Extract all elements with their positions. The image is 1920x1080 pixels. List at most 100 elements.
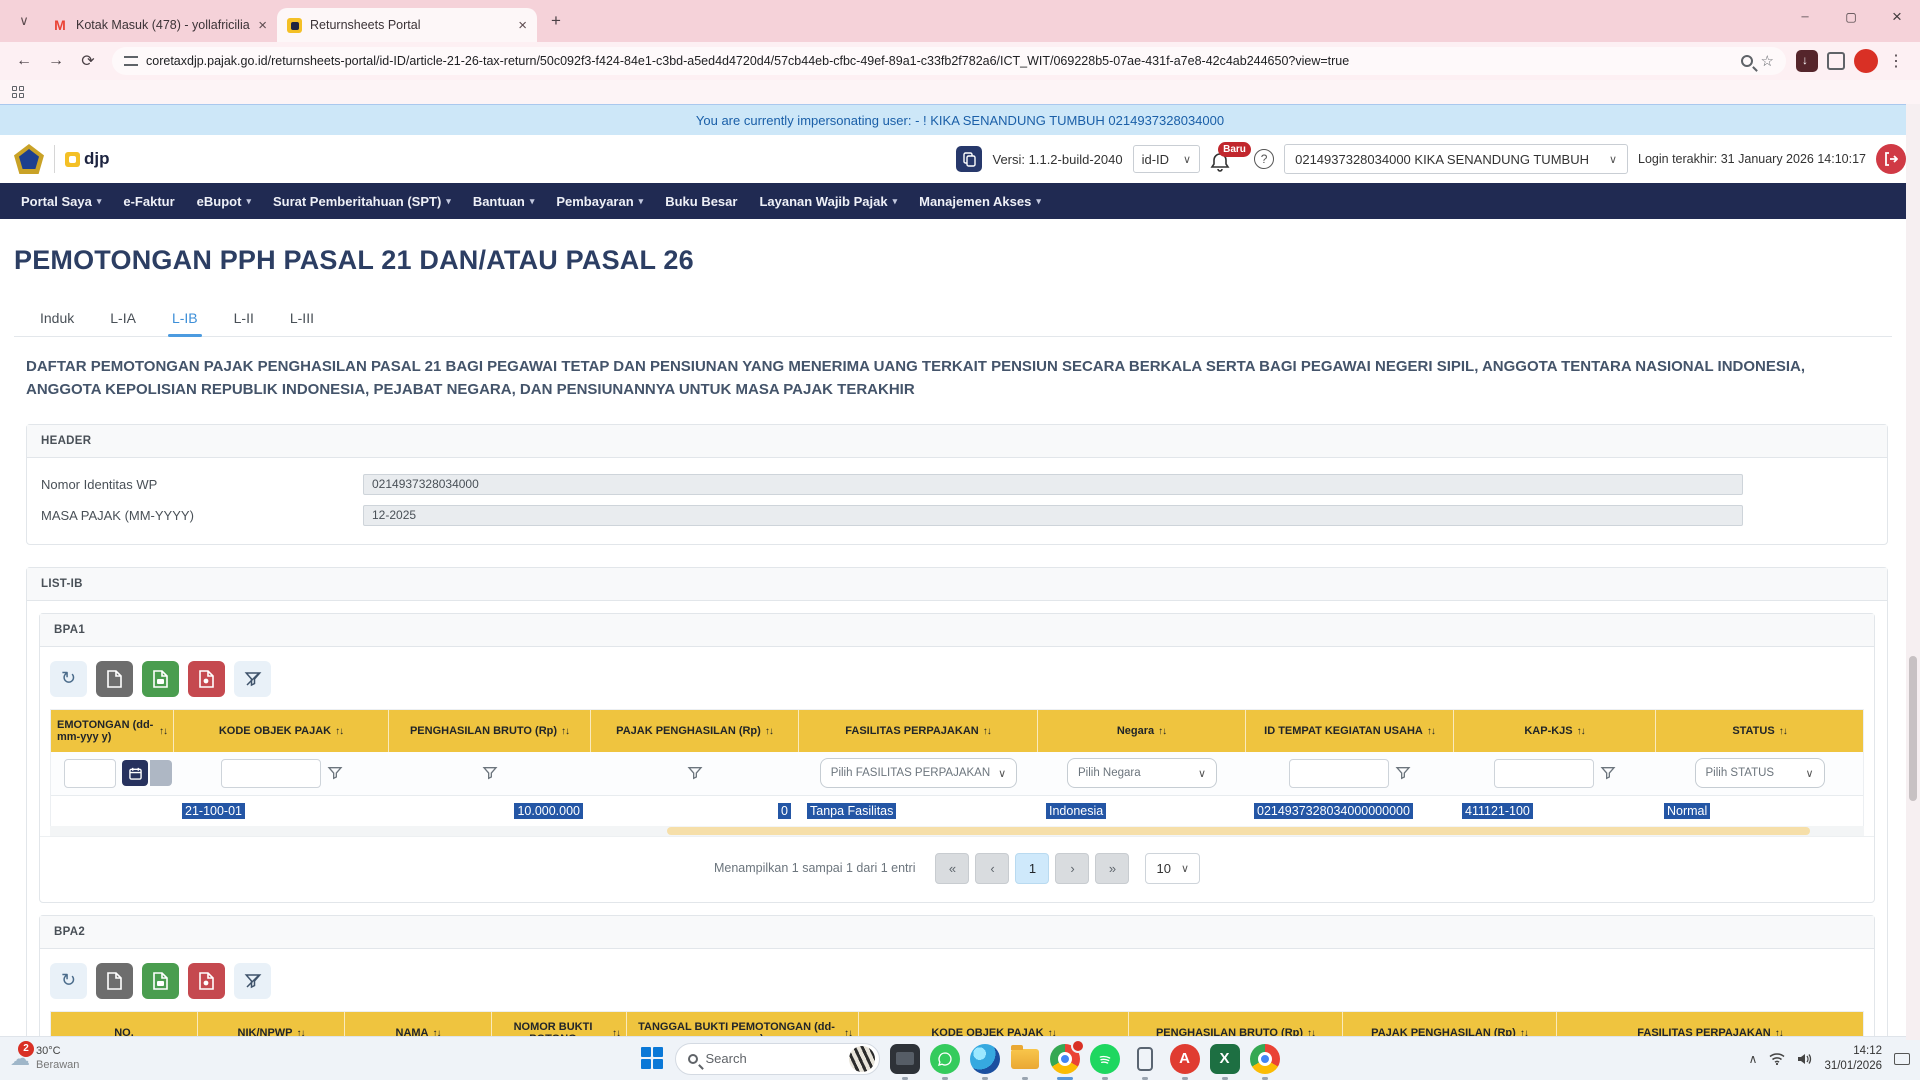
status-filter-select[interactable]: Pilih STATUS — [1695, 758, 1825, 788]
clear-filter-button[interactable] — [234, 963, 271, 999]
start-button[interactable] — [641, 1047, 665, 1071]
tab-induk[interactable]: Induk — [26, 302, 88, 336]
red-app-icon[interactable] — [1170, 1044, 1200, 1074]
whatsapp-icon[interactable] — [930, 1044, 960, 1074]
help-icon[interactable]: ? — [1254, 149, 1274, 169]
col-fasilitas-perpajakan[interactable]: FASILITAS PERPAJAKAN — [799, 710, 1038, 752]
taskbar-app-icon[interactable] — [890, 1044, 920, 1074]
url-text[interactable]: coretaxdjp.pajak.go.id/returnsheets-port… — [146, 54, 1733, 68]
sort-icon[interactable] — [765, 725, 773, 737]
user-select[interactable]: 0214937328034000 KIKA SENANDUNG TUMBUH — [1284, 144, 1628, 174]
language-select[interactable]: id-ID — [1133, 145, 1201, 173]
maximize-button[interactable] — [1828, 0, 1874, 34]
browser-tab-gmail[interactable]: M Kotak Masuk (478) - yollafricilia — [42, 8, 277, 42]
profile-avatar[interactable] — [1854, 49, 1878, 73]
logout-button[interactable] — [1876, 144, 1906, 174]
search-highlight-image[interactable] — [849, 1046, 875, 1072]
clear-filter-button[interactable] — [234, 661, 271, 697]
col-penghasilan-bruto[interactable]: PENGHASILAN BRUTO (Rp) — [389, 710, 591, 752]
nav-portal-saya[interactable]: Portal Saya — [12, 194, 110, 209]
nav-buku-besar[interactable]: Buku Besar — [656, 194, 746, 209]
col-kap-kjs[interactable]: KAP-KJS — [1454, 710, 1656, 752]
nav-pembayaran[interactable]: Pembayaran — [547, 194, 652, 209]
calendar-icon[interactable] — [122, 760, 148, 786]
sort-icon[interactable] — [1158, 725, 1166, 737]
search-lens-icon[interactable] — [1741, 55, 1753, 67]
export-csv-button[interactable] — [96, 963, 133, 999]
scrollbar-thumb[interactable] — [1909, 656, 1917, 801]
tab-search-button[interactable] — [10, 7, 38, 35]
col-kode-objek-pajak[interactable]: KODE OBJEK PAJAK — [174, 710, 389, 752]
sort-icon[interactable] — [561, 725, 569, 737]
bookmark-star-icon[interactable] — [1761, 52, 1774, 71]
tab-l-iii[interactable]: L-III — [276, 302, 328, 336]
sort-icon[interactable] — [159, 725, 167, 737]
last-page-button[interactable]: » — [1095, 853, 1129, 884]
date-filter-button[interactable] — [150, 760, 172, 786]
notification-center-icon[interactable] — [1894, 1053, 1910, 1065]
wifi-icon[interactable] — [1769, 1052, 1785, 1065]
browser-menu-icon[interactable] — [1882, 47, 1910, 75]
refresh-button[interactable] — [50, 661, 87, 697]
funnel-icon[interactable] — [1600, 765, 1616, 781]
tab-close-icon[interactable] — [518, 17, 527, 34]
sort-icon[interactable] — [1577, 725, 1585, 737]
funnel-icon[interactable] — [327, 765, 343, 781]
address-bar[interactable]: coretaxdjp.pajak.go.id/returnsheets-port… — [112, 47, 1786, 75]
close-button[interactable] — [1874, 0, 1920, 34]
back-button[interactable]: ← — [10, 47, 38, 75]
tab-l-ia[interactable]: L-IA — [96, 302, 150, 336]
sort-icon[interactable] — [983, 725, 991, 737]
edge-icon[interactable] — [970, 1044, 1000, 1074]
table-horizontal-scrollbar[interactable] — [50, 826, 1864, 836]
reload-button[interactable]: ⟳ — [74, 47, 102, 75]
export-pdf-button[interactable] — [188, 963, 225, 999]
file-explorer-icon[interactable] — [1010, 1044, 1040, 1074]
nav-spt[interactable]: Surat Pemberitahuan (SPT) — [264, 194, 460, 209]
id-tempat-filter-input[interactable] — [1289, 759, 1389, 788]
tab-l-ib[interactable]: L-IB — [158, 302, 212, 336]
col-tanggal-pemotongan[interactable]: EMOTONGAN (dd-mm-yyy y) — [51, 710, 174, 752]
page-scrollbar[interactable] — [1906, 104, 1920, 1040]
tab-close-icon[interactable] — [258, 17, 267, 34]
extensions-puzzle-icon[interactable] — [1827, 52, 1845, 70]
next-page-button[interactable]: › — [1055, 853, 1089, 884]
tab-l-ii[interactable]: L-II — [220, 302, 268, 336]
funnel-icon[interactable] — [687, 765, 703, 781]
phone-link-icon[interactable] — [1130, 1044, 1160, 1074]
browser-tab-returnsheets[interactable]: Returnsheets Portal — [277, 8, 537, 42]
field-npwp[interactable]: 0214937328034000 — [363, 474, 1743, 495]
page-1-button[interactable]: 1 — [1015, 853, 1049, 884]
col-status[interactable]: STATUS — [1656, 710, 1863, 752]
chrome-icon[interactable] — [1050, 1044, 1080, 1074]
prev-page-button[interactable]: ‹ — [975, 853, 1009, 884]
site-settings-icon[interactable] — [124, 56, 138, 66]
volume-icon[interactable] — [1797, 1052, 1812, 1066]
export-csv-button[interactable] — [96, 661, 133, 697]
minimize-button[interactable] — [1782, 0, 1828, 34]
page-size-select[interactable]: 10 — [1145, 853, 1200, 884]
first-page-button[interactable]: « — [935, 853, 969, 884]
excel-icon[interactable] — [1210, 1044, 1240, 1074]
sort-icon[interactable] — [1779, 725, 1787, 737]
copy-icon[interactable] — [956, 146, 982, 172]
taskbar-search[interactable]: Search — [675, 1043, 880, 1075]
col-id-tempat-kegiatan-usaha[interactable]: ID TEMPAT KEGIATAN USAHA — [1246, 710, 1454, 752]
col-negara[interactable]: Negara — [1038, 710, 1246, 752]
col-pajak-penghasilan[interactable]: PAJAK PENGHASILAN (Rp) — [591, 710, 799, 752]
funnel-icon[interactable] — [1395, 765, 1411, 781]
forward-button[interactable]: → — [42, 47, 70, 75]
kap-kjs-filter-input[interactable] — [1494, 759, 1594, 788]
negara-filter-select[interactable]: Pilih Negara — [1067, 758, 1217, 788]
hscroll-thumb[interactable] — [667, 827, 1810, 835]
date-filter-input[interactable] — [64, 759, 116, 788]
weather-widget[interactable]: ☁ 2 30°CBerawan — [0, 1045, 330, 1073]
nav-ebupot[interactable]: eBupot — [188, 194, 260, 209]
sort-icon[interactable] — [335, 725, 343, 737]
bpa1-data-row[interactable]: 21-100-01 10.000.000 0 Tanpa Fasilitas I… — [51, 796, 1863, 826]
refresh-button[interactable] — [50, 963, 87, 999]
field-masa-pajak[interactable]: 12-2025 — [363, 505, 1743, 526]
chrome-secondary-icon[interactable] — [1250, 1044, 1280, 1074]
export-excel-button[interactable] — [142, 963, 179, 999]
funnel-icon[interactable] — [482, 765, 498, 781]
